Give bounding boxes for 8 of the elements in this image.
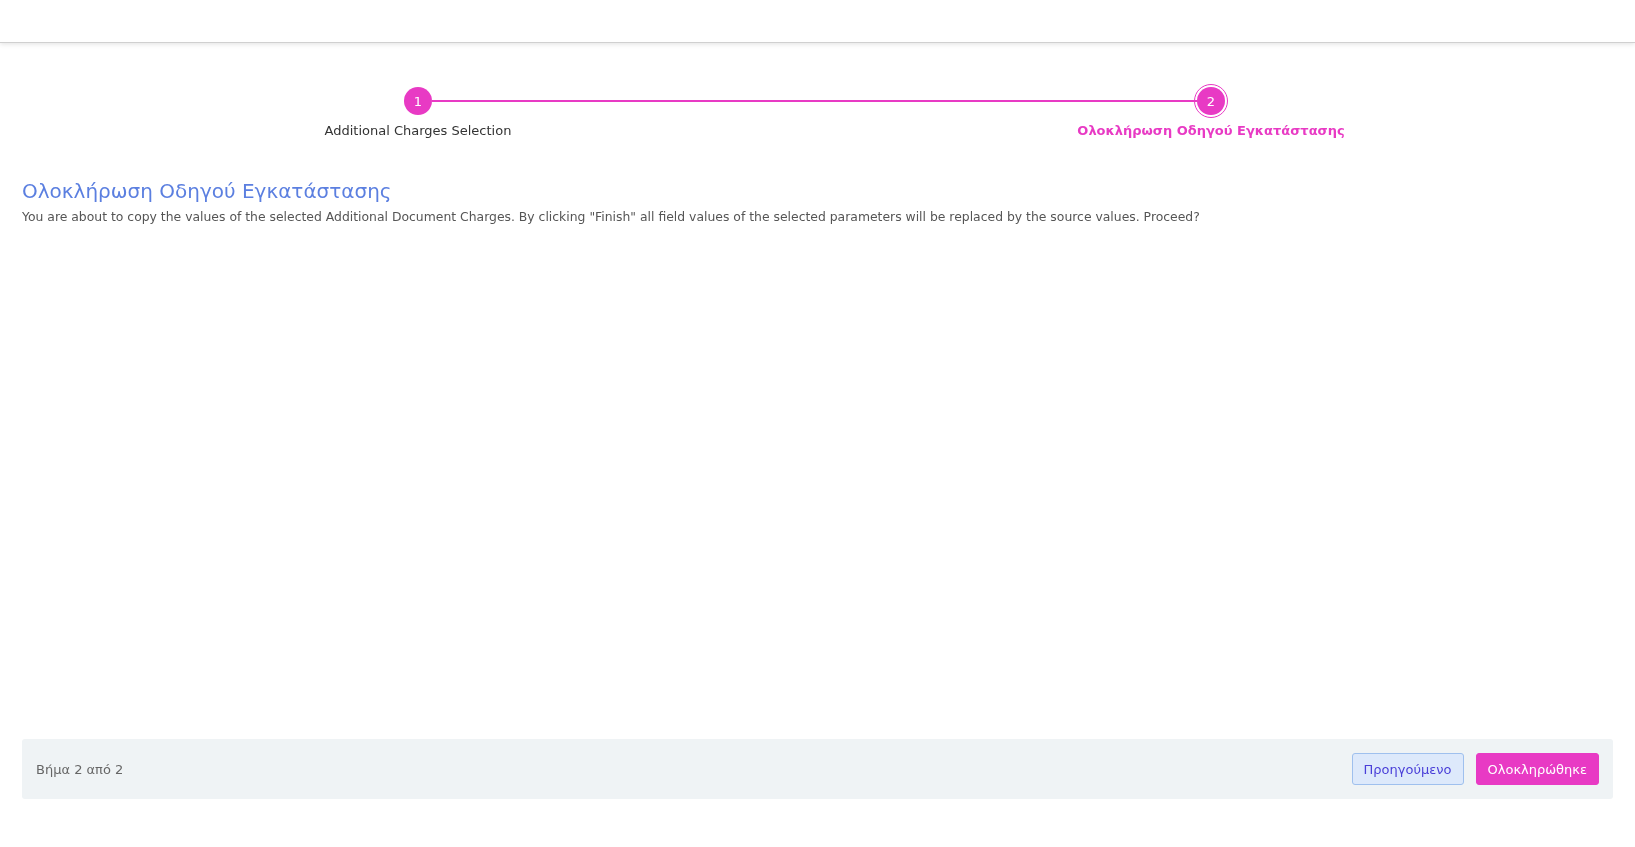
step-label: Ολοκλήρωση Οδηγού Εγκατάστασης: [1077, 123, 1345, 138]
finish-button[interactable]: Ολοκληρώθηκε: [1475, 753, 1599, 785]
confirmation-message: You are about to copy the values of the selected Additional Document Charges. By clicking "Finish" all field values of the selected parameters will be replaced by the source values. Proceed?: [22, 209, 1201, 224]
previous-button[interactable]: Προηγούμενο: [1351, 753, 1464, 785]
step-counter: Βήμα 2 από 2: [36, 761, 125, 777]
step-number[interactable]: 1: [404, 87, 432, 115]
step-label: Additional Charges Selection: [324, 123, 512, 138]
page-heading: Ολοκλήρωση Οδηγού Εγκατάστασης: [22, 179, 393, 203]
